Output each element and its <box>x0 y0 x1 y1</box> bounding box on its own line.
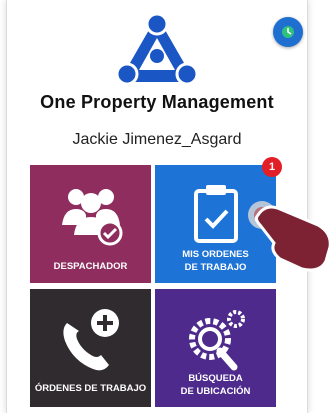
tile-label: DESPACHADOR <box>53 261 128 272</box>
app-title: One Property Management <box>40 92 274 112</box>
notification-badge: 1 <box>262 157 282 177</box>
clipboard-check-icon <box>193 185 238 243</box>
clock-icon <box>282 26 294 38</box>
sync-status-button[interactable] <box>273 17 303 47</box>
tile-ordenes-de-trabajo[interactable]: ÓRDENES DE TRABAJO <box>30 289 151 407</box>
phone-plus-icon <box>62 309 119 371</box>
tile-busqueda-ubicacion[interactable]: BÚSQUEDA DE UBICACIÓN <box>155 289 276 407</box>
tile-label: ÓRDENES DE TRABAJO <box>34 383 147 394</box>
tile-despachador[interactable]: DESPACHADOR <box>30 165 151 283</box>
logo-icon <box>115 12 199 86</box>
users-check-icon <box>61 189 122 246</box>
pointer-hand-icon <box>248 201 332 272</box>
tile-label-line2: DE UBICACIÓN <box>180 386 251 397</box>
user-name: Jackie Jimenez_Asgard <box>72 131 242 148</box>
gears-search-icon <box>188 310 245 371</box>
tile-label-line1: BÚSQUEDA <box>188 373 243 384</box>
